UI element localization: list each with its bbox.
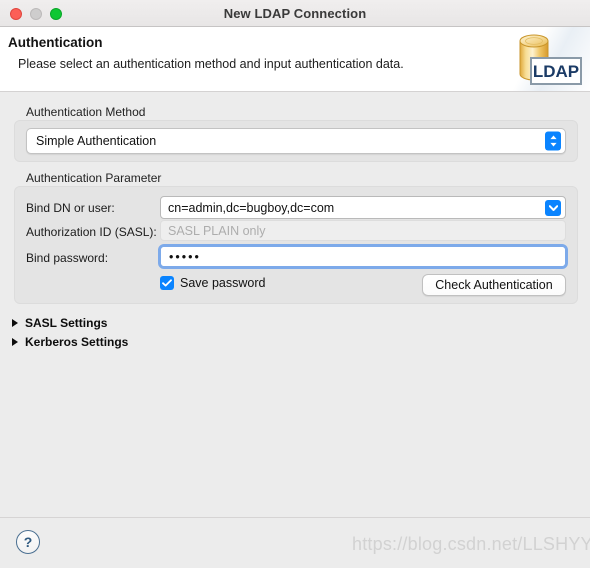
chevron-right-icon[interactable] [12,319,18,327]
bind-password-field[interactable]: ••••• [158,244,568,269]
wizard-body: Authentication Method Simple Authenticat… [0,92,590,517]
authorization-id-placeholder: SASL PLAIN only [168,223,266,238]
chevron-right-icon[interactable] [12,338,18,346]
sasl-settings-section[interactable]: SASL Settings [12,316,107,330]
page-title: Authentication [8,35,103,50]
window-title: New LDAP Connection [223,5,367,21]
svg-text:LDAP: LDAP [533,62,579,81]
help-button[interactable]: ? [16,530,40,554]
maximize-button-icon[interactable] [50,8,62,20]
ldap-logo-icon: LDAP [519,34,582,85]
save-password-label: Save password [180,276,266,290]
bind-dn-label: Bind DN or user: [26,201,115,215]
wizard-footer: ? < Back Next > Cancel Finish [0,517,590,568]
check-authentication-button[interactable]: Check Authentication [422,274,566,296]
checkmark-icon[interactable] [160,276,174,290]
bind-password-label: Bind password: [26,251,109,265]
auth-method-select[interactable]: Simple Authentication [26,128,566,154]
header-artwork: LDAP [498,27,590,91]
authorization-id-label: Authorization ID (SASL): [26,225,157,239]
kerberos-settings-label: Kerberos Settings [25,335,129,349]
bind-password-value: ••••• [161,247,565,266]
authorization-id-field: SASL PLAIN only [160,220,566,241]
auth-method-group-label: Authentication Method [26,105,146,119]
window-titlebar: New LDAP Connection [0,0,590,27]
minimize-button-icon[interactable] [30,8,42,20]
bind-dn-combobox[interactable]: cn=admin,dc=bugboy,dc=com [160,196,566,219]
auth-method-selected-value: Simple Authentication [36,134,157,148]
chevron-down-icon[interactable] [545,199,561,216]
kerberos-settings-section[interactable]: Kerberos Settings [12,335,128,349]
bind-dn-value: cn=admin,dc=bugboy,dc=com [168,200,335,215]
traffic-light-group [10,8,62,20]
auth-parameter-group-label: Authentication Parameter [26,171,162,185]
close-button-icon[interactable] [10,8,22,20]
wizard-header: Authentication Please select an authenti… [0,27,590,92]
page-subtitle: Please select an authentication method a… [18,57,404,71]
sasl-settings-label: SASL Settings [25,316,108,330]
save-password-checkbox-row[interactable]: Save password [160,276,265,290]
chevron-updown-icon[interactable] [545,131,561,151]
